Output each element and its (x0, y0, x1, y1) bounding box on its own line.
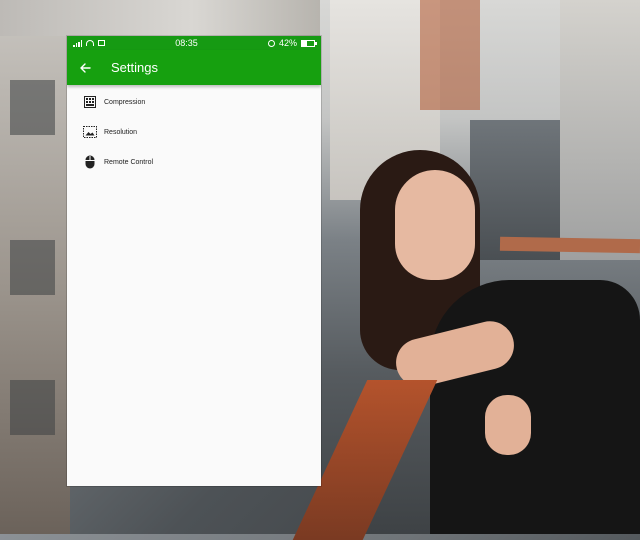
background-building-top (0, 0, 320, 36)
background-window (10, 380, 55, 435)
background-building-far (560, 0, 640, 260)
phone-screen: 08:35 42% Settings Compression Resolutio… (67, 36, 321, 486)
app-bar: Settings (67, 50, 321, 85)
alarm-icon (267, 39, 275, 47)
settings-item-label: Resolution (104, 128, 138, 136)
background-person-face (395, 170, 475, 280)
wifi-icon (86, 40, 94, 46)
settings-item-compression[interactable]: Compression (67, 87, 321, 117)
arrow-left-icon (80, 62, 91, 73)
settings-list: Compression Resolution Remote Control (67, 85, 321, 177)
back-button[interactable] (67, 50, 103, 85)
settings-item-resolution[interactable]: Resolution (67, 117, 321, 147)
compression-icon (83, 95, 97, 109)
settings-item-label: Compression (104, 98, 146, 106)
background-building-brick (420, 0, 480, 110)
signal-icon (73, 39, 82, 47)
background-railing (499, 236, 640, 254)
background-building-left (0, 0, 70, 534)
resolution-icon (83, 125, 97, 139)
image-notification-icon (98, 40, 105, 46)
battery-percent: 42% (278, 38, 297, 48)
status-icons-right: 42% (267, 38, 317, 48)
status-icons-left (73, 39, 105, 47)
status-time: 08:35 (175, 38, 198, 48)
settings-item-label: Remote Control (104, 158, 154, 166)
background-person-hand (485, 395, 531, 455)
background-window (10, 240, 55, 295)
background-window (10, 80, 55, 135)
page-title: Settings (111, 60, 158, 75)
settings-item-remote-control[interactable]: Remote Control (67, 147, 321, 177)
battery-icon (300, 39, 317, 47)
status-bar: 08:35 42% (67, 36, 321, 50)
battery-fill (301, 40, 308, 46)
mouse-icon (83, 155, 97, 169)
background-person-dress (430, 280, 640, 534)
